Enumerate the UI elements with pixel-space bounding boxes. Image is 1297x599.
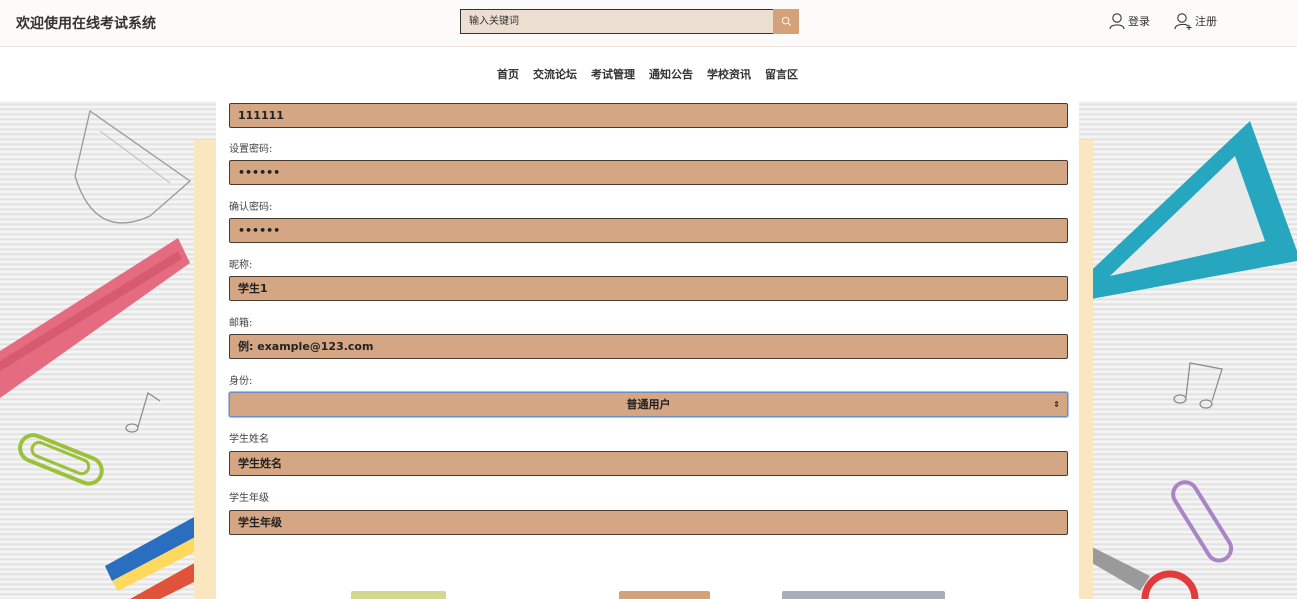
add-user-icon — [1174, 13, 1192, 30]
main-nav: 首页 交流论坛 考试管理 通知公告 学校资讯 留言区 — [0, 47, 1297, 101]
email-input[interactable]: 例: example@123.com — [229, 334, 1068, 359]
nav-item-exam[interactable]: 考试管理 — [591, 66, 635, 82]
student-grade-label: 学生年级 — [229, 493, 269, 504]
paper-edge-right — [1079, 140, 1093, 599]
nav-item-message[interactable]: 留言区 — [765, 66, 798, 82]
nickname-label: 昵称: — [229, 260, 253, 271]
nav-item-home[interactable]: 首页 — [497, 66, 519, 82]
music-note-illustration — [125, 392, 161, 433]
login-link[interactable]: 登录 — [1108, 12, 1150, 30]
login-redirect-button[interactable] — [782, 591, 945, 599]
confirm-password-label: 确认密码: — [229, 202, 273, 213]
role-label: 身份: — [229, 376, 253, 387]
scissors-illustration — [1080, 541, 1199, 599]
music-note-right-illustration — [1173, 362, 1223, 409]
password-label: 设置密码: — [229, 144, 273, 155]
user-icon — [1109, 13, 1125, 30]
register-label: 注册 — [1195, 15, 1217, 28]
role-selected-value: 普通用户 — [626, 398, 671, 411]
paperclip-illustration — [18, 433, 104, 486]
reset-button[interactable] — [619, 591, 710, 599]
protractor-illustration — [74, 109, 192, 224]
nickname-input[interactable]: 学生1 — [229, 276, 1068, 301]
email-label: 邮箱: — [229, 318, 253, 329]
search-input[interactable] — [460, 9, 773, 34]
nav-item-news[interactable]: 学校资讯 — [707, 66, 751, 82]
paper-edge-left — [194, 140, 216, 599]
search-bar — [460, 9, 799, 36]
nav-item-notice[interactable]: 通知公告 — [649, 66, 693, 82]
site-title: 欢迎使用在线考试系统 — [16, 16, 156, 32]
role-select[interactable]: 普通用户 ⇕ — [229, 392, 1068, 417]
register-button[interactable] — [351, 591, 446, 599]
register-link[interactable]: 注册 — [1173, 12, 1217, 30]
student-name-input[interactable]: 学生姓名 — [229, 451, 1068, 476]
account-input[interactable]: 111111 — [229, 103, 1068, 128]
search-button[interactable] — [773, 9, 799, 34]
login-label: 登录 — [1128, 15, 1150, 28]
student-name-label: 学生姓名 — [229, 434, 269, 445]
ruler-illustration — [0, 238, 190, 398]
set-square-illustration — [1080, 121, 1297, 301]
password-input[interactable]: •••••• — [229, 160, 1068, 185]
search-icon — [781, 16, 791, 26]
nav-item-forum[interactable]: 交流论坛 — [533, 66, 577, 82]
confirm-password-input[interactable]: •••••• — [229, 218, 1068, 243]
paperclip-right-illustration — [1171, 480, 1234, 563]
top-bar: 欢迎使用在线考试系统 登录 注册 — [0, 0, 1297, 47]
student-grade-input[interactable]: 学生年级 — [229, 510, 1068, 535]
select-arrows-icon: ⇕ — [1053, 400, 1060, 409]
